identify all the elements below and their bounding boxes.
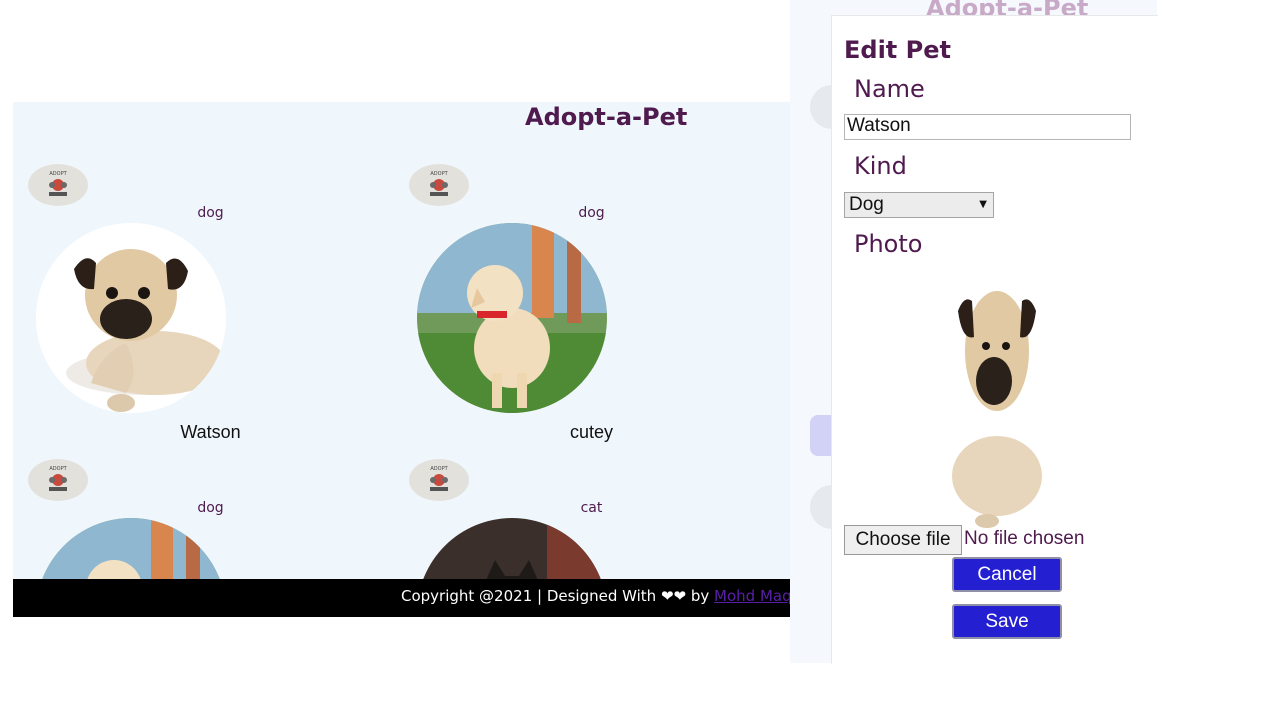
save-button[interactable]: Save (952, 604, 1062, 639)
footer: Copyright @2021 | Designed With ❤❤ by Mo… (13, 579, 790, 617)
svg-text:ADOPT: ADOPT (49, 466, 67, 472)
file-status: No file chosen (964, 528, 1085, 549)
photo-label: Photo (854, 230, 923, 258)
adopt-logo-icon: ADOPT (409, 459, 469, 501)
edit-pet-modal: Edit Pet Name Watson Kind Dog ▼ Photo Ch… (831, 15, 1158, 664)
modal-title: Edit Pet (844, 36, 951, 64)
pet-photo-preview (942, 271, 1052, 529)
pet-kind: cat (580, 500, 603, 516)
adopt-logo-icon: ADOPT (28, 459, 88, 501)
svg-text:ADOPT: ADOPT (49, 171, 67, 177)
footer-text: Copyright @2021 | Designed With ❤❤ by Mo… (401, 587, 790, 605)
pet-kind: dog (578, 205, 605, 221)
svg-text:ADOPT: ADOPT (430, 466, 448, 472)
pet-kind: dog (197, 205, 224, 221)
cancel-button[interactable]: Cancel (952, 557, 1062, 592)
copyright-text: Copyright @2021 | Designed With ❤❤ by (401, 587, 715, 605)
pug-icon (36, 223, 226, 413)
kind-select-value: Dog (849, 194, 884, 215)
golden-puppy-icon (417, 223, 607, 413)
kind-select[interactable]: Dog ▼ (844, 192, 994, 218)
golden-puppy-icon (36, 518, 226, 579)
adopt-logo-icon: ADOPT (28, 164, 88, 206)
chevron-down-icon: ▼ (979, 199, 987, 210)
name-input[interactable]: Watson (844, 114, 1131, 140)
pet-list-page: Adopt-a-Pet ADOPT dog Watson ADOPT dog c… (13, 102, 790, 579)
pet-card[interactable]: ADOPT cat (394, 397, 774, 579)
pet-card[interactable]: ADOPT dog (13, 397, 393, 579)
kind-label: Kind (854, 152, 907, 180)
pet-kind: dog (197, 500, 224, 516)
author-link[interactable]: Mohd Maqbool (714, 587, 790, 605)
pet-card[interactable]: ADOPT dog Watson (13, 102, 393, 442)
name-label: Name (854, 75, 925, 103)
cat-icon (417, 518, 607, 579)
pet-card[interactable]: ADOPT dog cutey (394, 102, 774, 442)
svg-text:ADOPT: ADOPT (430, 171, 448, 177)
adopt-logo-icon: ADOPT (409, 164, 469, 206)
choose-file-button[interactable]: Choose file (844, 525, 962, 555)
